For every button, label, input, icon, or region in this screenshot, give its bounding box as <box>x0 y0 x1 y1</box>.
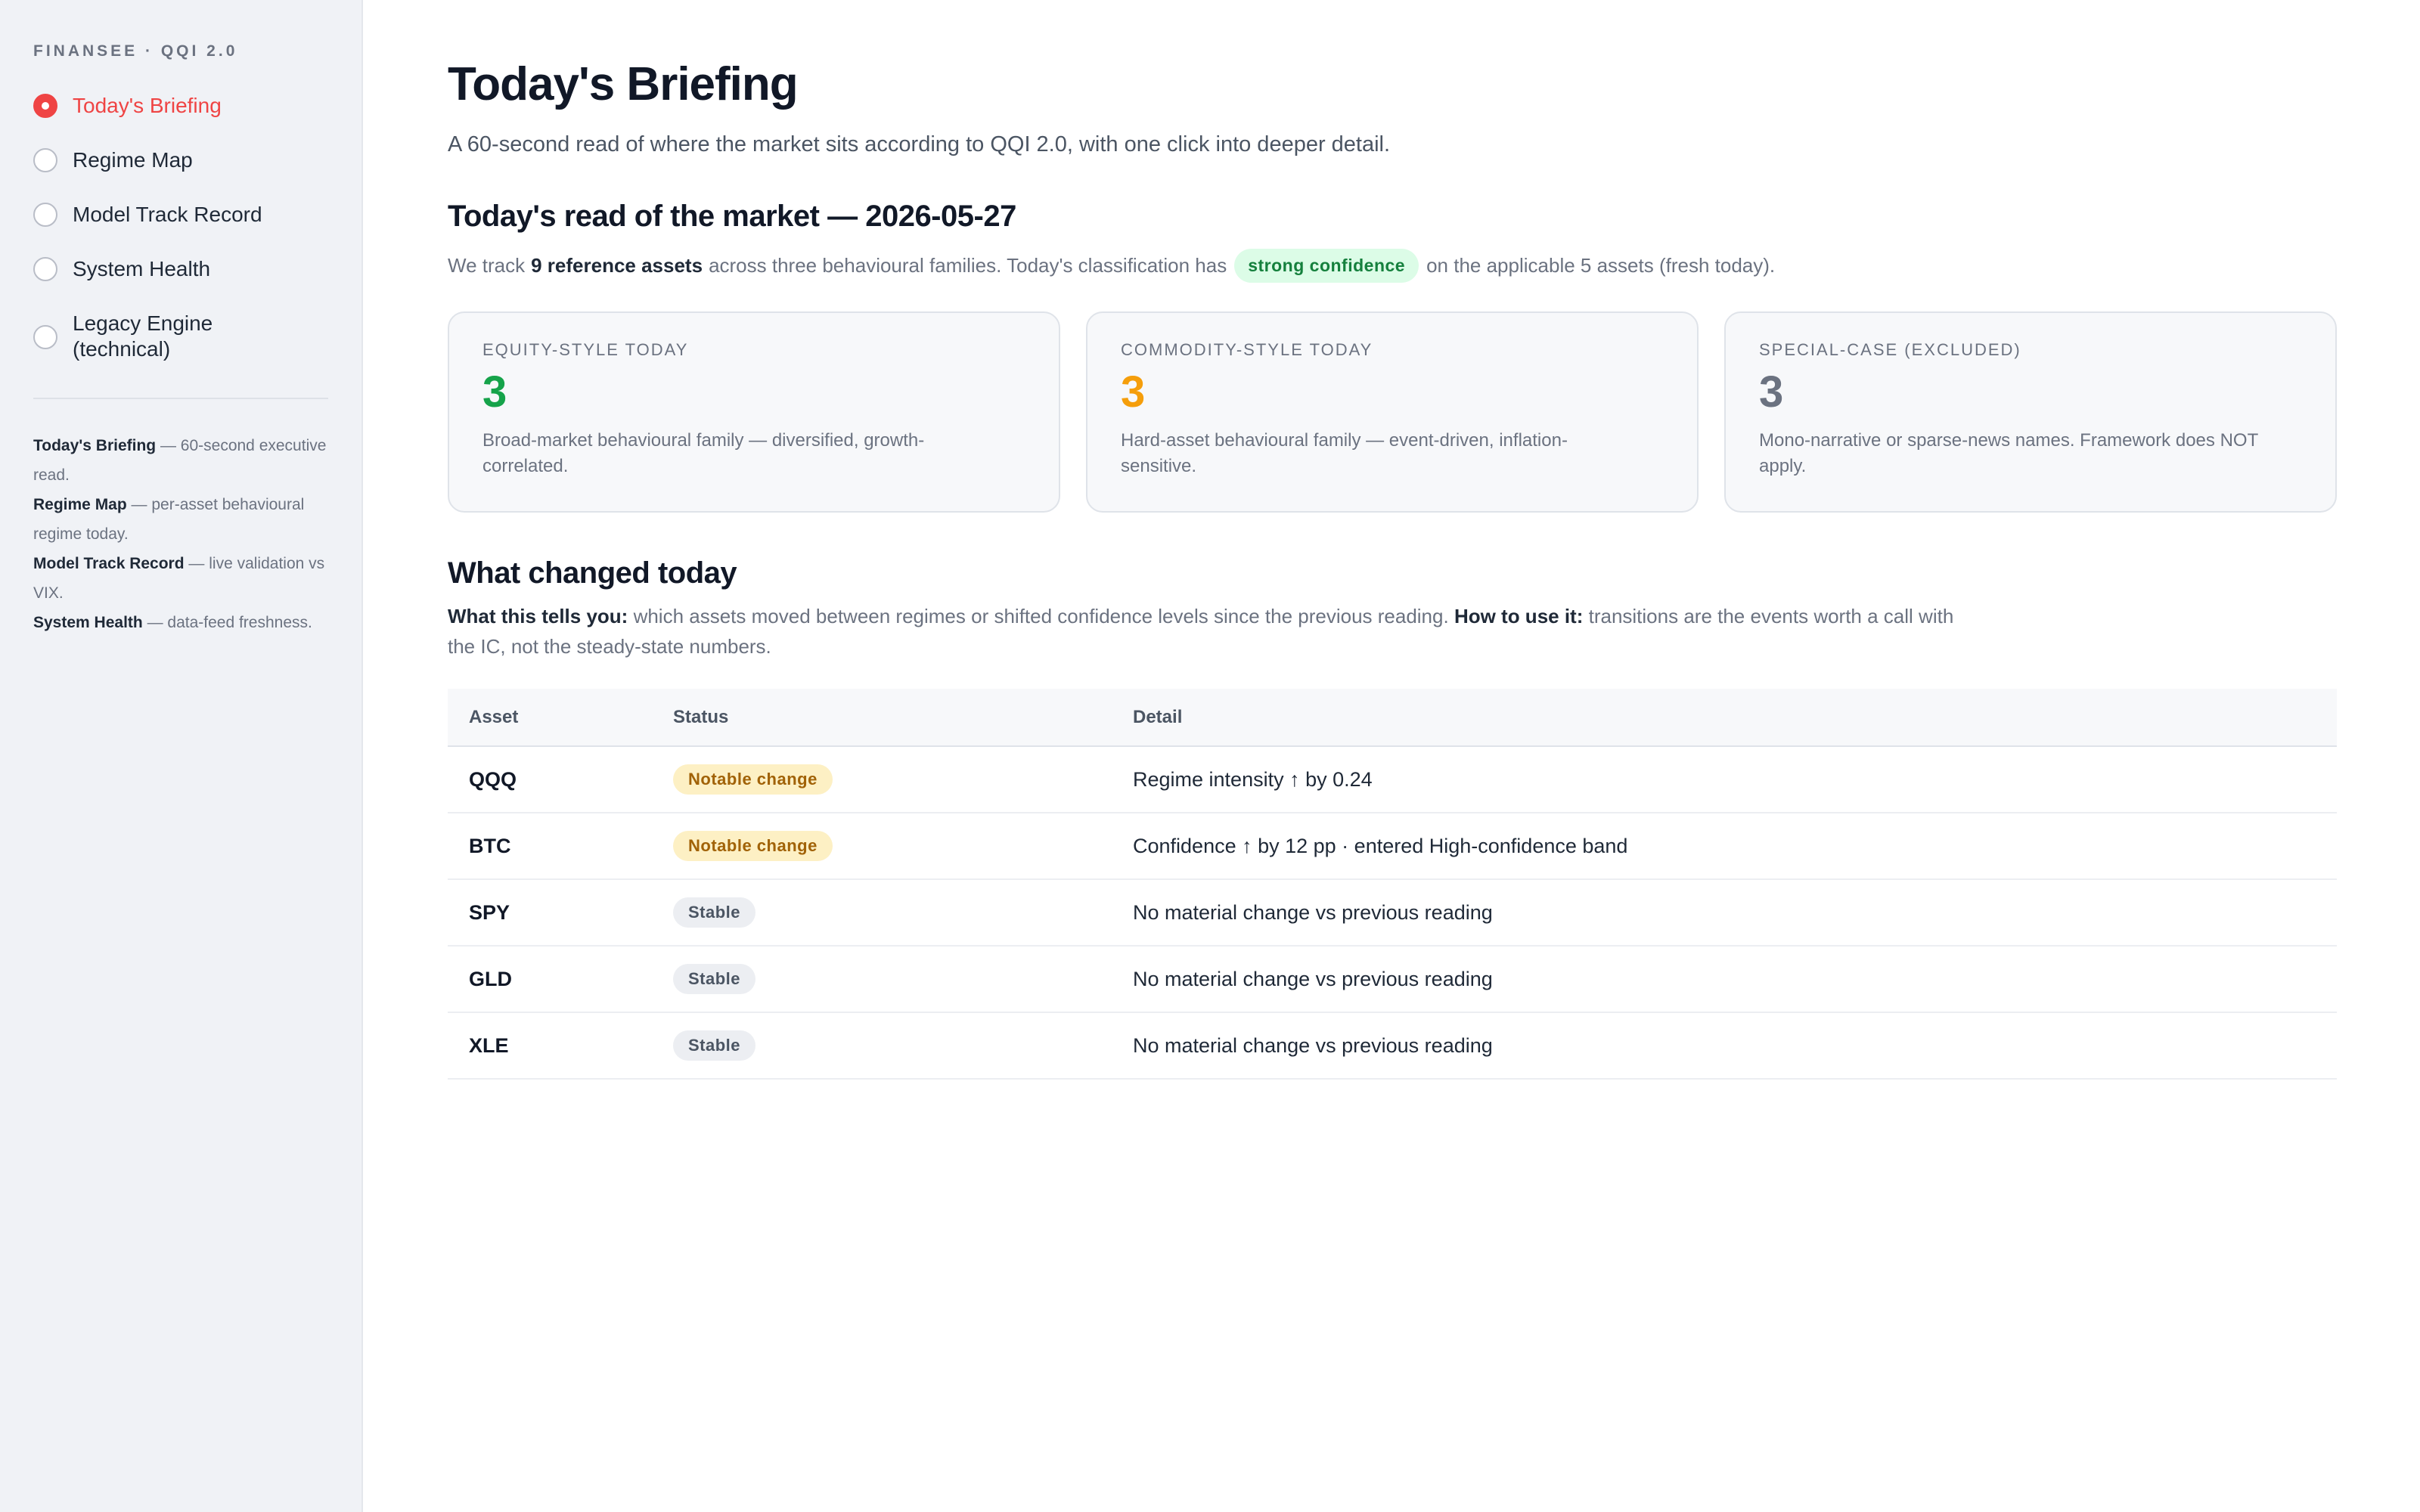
radio-selected-icon[interactable] <box>33 94 57 118</box>
detail-cell: No material change vs previous reading <box>1112 879 2337 947</box>
help-term: System Health <box>33 614 143 631</box>
card-value: 3 <box>482 367 507 417</box>
status-badge: Notable change <box>673 764 833 795</box>
card-value: 3 <box>1759 367 1784 417</box>
help-entry: Today's Briefing — 60-second executive r… <box>33 431 328 490</box>
sidebar: FINANSEE · QQI 2.0 Today's Briefing Regi… <box>0 0 363 1512</box>
detail-cell: No material change vs previous reading <box>1112 946 2337 1013</box>
help-desc: — data-feed freshness. <box>142 614 312 631</box>
market-read-title: Today's read of the market — 2026-05-27 <box>448 200 1016 233</box>
help-term: Model Track Record <box>33 555 185 572</box>
help-term: Today's Briefing <box>33 437 157 454</box>
card-description: Hard-asset behavioural family — event-dr… <box>1121 430 1568 476</box>
sidebar-item-label: Legacy Engine (technical) <box>73 311 213 361</box>
card-special-case: SPECIAL-CASE (EXCLUDED) 3 Mono-narrative… <box>1724 311 2337 513</box>
detail-cell: Confidence ↑ by 12 pp · entered High-con… <box>1112 813 2337 880</box>
tracking-summary: We track 9 reference assets across three… <box>448 249 2338 283</box>
sidebar-item-regime-map[interactable]: Regime Map <box>33 141 328 180</box>
sidebar-help: Today's Briefing — 60-second executive r… <box>33 431 328 637</box>
card-label: SPECIAL-CASE (EXCLUDED) <box>1759 340 2021 359</box>
column-header-status[interactable]: Status <box>652 689 1112 747</box>
page-subtitle: A 60-second read of where the market sit… <box>448 132 1391 156</box>
tracking-suffix: on the applicable 5 assets (fresh today)… <box>1426 254 1776 277</box>
family-cards: EQUITY-STYLE TODAY 3 Broad-market behavi… <box>448 311 2337 513</box>
what-label: What this tells you: <box>448 605 628 627</box>
status-cell: Notable change <box>652 746 1112 813</box>
asset-cell: XLE <box>448 1012 652 1080</box>
changes-explanation: What this tells you: which assets moved … <box>448 601 1960 662</box>
changes-table: Asset Status Detail QQQ Notable change R… <box>448 689 2337 1080</box>
card-description: Mono-narrative or sparse-news names. Fra… <box>1759 430 2258 476</box>
table-row: BTC Notable change Confidence ↑ by 12 pp… <box>448 813 2337 880</box>
radio-icon[interactable] <box>33 324 57 349</box>
help-entry: Model Track Record — live validation vs … <box>33 549 328 608</box>
radio-icon[interactable] <box>33 257 57 281</box>
column-header-asset[interactable]: Asset <box>448 689 652 747</box>
radio-icon[interactable] <box>33 148 57 172</box>
sidebar-item-todays-briefing[interactable]: Today's Briefing <box>33 86 328 125</box>
confidence-badge: strong confidence <box>1234 249 1419 283</box>
table-row: XLE Stable No material change vs previou… <box>448 1012 2337 1080</box>
how-label: How to use it: <box>1454 605 1584 627</box>
card-value: 3 <box>1121 367 1146 417</box>
sidebar-item-label: Regime Map <box>73 148 193 172</box>
card-commodity-style: COMMODITY-STYLE TODAY 3 Hard-asset behav… <box>1086 311 1699 513</box>
status-cell: Stable <box>652 1012 1112 1080</box>
tracking-asset-count: 9 reference assets <box>531 254 703 277</box>
asset-cell: GLD <box>448 946 652 1013</box>
radio-icon[interactable] <box>33 203 57 227</box>
detail-cell: No material change vs previous reading <box>1112 1012 2337 1080</box>
sidebar-divider <box>33 398 328 399</box>
sidebar-item-label: Today's Briefing <box>73 94 222 117</box>
asset-cell: BTC <box>448 813 652 880</box>
changes-title: What changed today <box>448 556 737 590</box>
main-content: Today's Briefing A 60-second read of whe… <box>448 0 2338 1080</box>
status-badge: Stable <box>673 964 756 994</box>
help-entry: Regime Map — per-asset behavioural regim… <box>33 490 328 549</box>
card-description: Broad-market behavioural family — divers… <box>482 430 925 476</box>
column-header-detail[interactable]: Detail <box>1112 689 2337 747</box>
sidebar-item-system-health[interactable]: System Health <box>33 249 328 289</box>
status-badge: Stable <box>673 1030 756 1061</box>
page-title: Today's Briefing <box>448 58 799 110</box>
status-badge: Notable change <box>673 831 833 861</box>
help-term: Regime Map <box>33 496 127 513</box>
status-cell: Notable change <box>652 813 1112 880</box>
table-header-row: Asset Status Detail <box>448 689 2337 747</box>
status-badge: Stable <box>673 897 756 928</box>
card-equity-style: EQUITY-STYLE TODAY 3 Broad-market behavi… <box>448 311 1060 513</box>
asset-cell: SPY <box>448 879 652 947</box>
sidebar-item-legacy-engine[interactable]: Legacy Engine (technical) <box>33 304 328 369</box>
detail-cell: Regime intensity ↑ by 0.24 <box>1112 746 2337 813</box>
card-label: EQUITY-STYLE TODAY <box>482 340 689 359</box>
sidebar-item-label: Model Track Record <box>73 203 262 226</box>
table-row: SPY Stable No material change vs previou… <box>448 879 2337 947</box>
status-cell: Stable <box>652 879 1112 947</box>
tracking-prefix: We track <box>448 254 526 277</box>
help-entry: System Health — data-feed freshness. <box>33 608 328 637</box>
sidebar-item-label: System Health <box>73 257 211 280</box>
what-text: which assets moved between regimes or sh… <box>628 605 1454 627</box>
brand-label: FINANSEE · QQI 2.0 <box>33 42 238 60</box>
tracking-middle: across three behavioural families. Today… <box>709 254 1227 277</box>
table-row: GLD Stable No material change vs previou… <box>448 946 2337 1013</box>
table-row: QQQ Notable change Regime intensity ↑ by… <box>448 746 2337 813</box>
card-label: COMMODITY-STYLE TODAY <box>1121 340 1373 359</box>
sidebar-item-model-track-record[interactable]: Model Track Record <box>33 195 328 234</box>
asset-cell: QQQ <box>448 746 652 813</box>
status-cell: Stable <box>652 946 1112 1013</box>
